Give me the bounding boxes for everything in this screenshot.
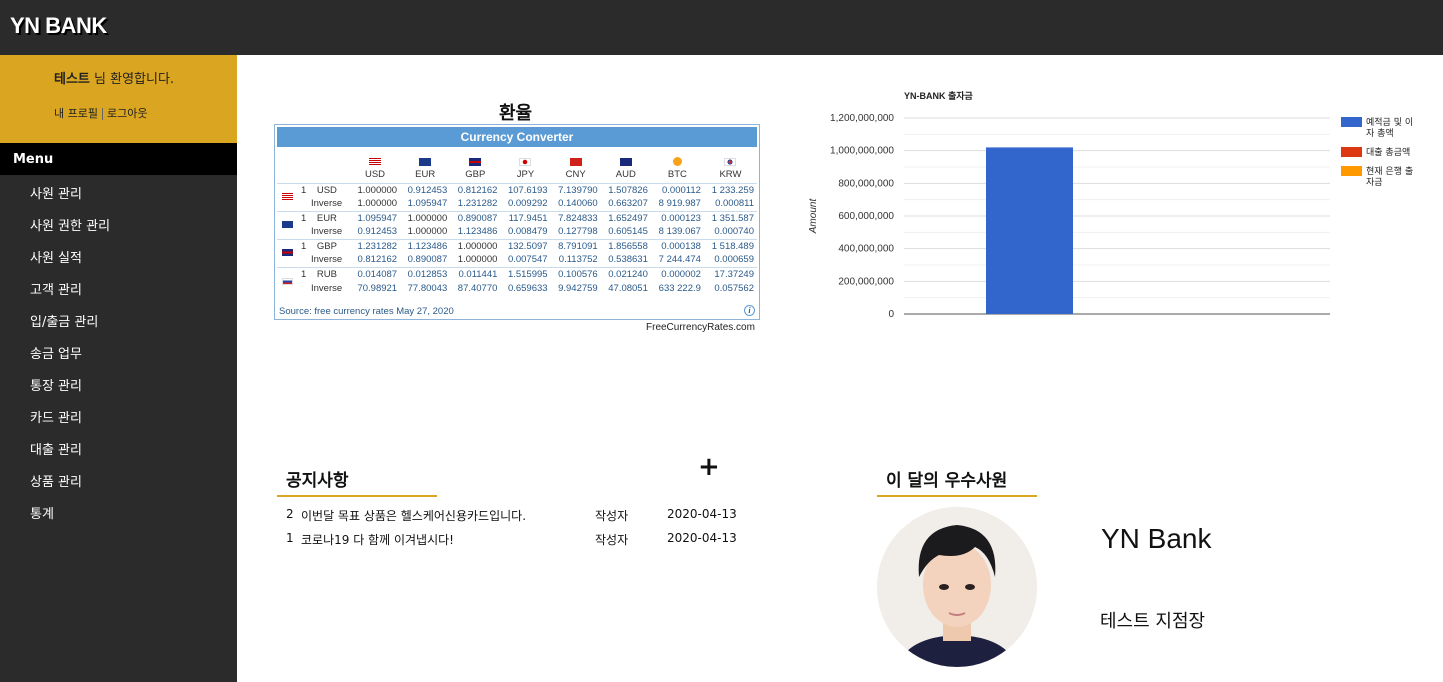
y-tick-label: 600,000,000 xyxy=(838,211,894,222)
col-cny[interactable]: CNY xyxy=(551,151,601,183)
exchange-title: 환율 xyxy=(499,103,533,124)
y-tick-label: 1,200,000,000 xyxy=(830,113,894,124)
y-tick-label: 200,000,000 xyxy=(838,276,894,287)
bar xyxy=(986,147,1073,314)
employee-bank: YN Bank xyxy=(1101,523,1212,554)
legend-swatch xyxy=(1341,166,1362,176)
cn-flag-icon xyxy=(569,157,582,166)
sidebar-item-employee-performance[interactable]: 사원 실적 xyxy=(0,239,237,271)
employee-avatar xyxy=(877,507,1037,667)
legend-label: 현재 은행 출 xyxy=(1366,165,1413,177)
converter-credit-link[interactable]: FreeCurrencyRates.com xyxy=(646,322,755,333)
col-aud[interactable]: AUD xyxy=(601,151,651,183)
legend-label: 자 총액 xyxy=(1366,127,1394,139)
employee-name: 테스트 지점장 xyxy=(1100,611,1206,632)
legend-label: 자금 xyxy=(1366,177,1383,188)
sidebar-item-customer[interactable]: 고객 관리 xyxy=(0,271,237,303)
rate-row-rub: 1 RUB 0.014087 0.012853 0.011441 1.51599… xyxy=(277,266,757,295)
rate-row-gbp: 1 GBP 1.231282 1.123486 1.000000 132.509… xyxy=(277,238,757,267)
employee-title: 이 달의 우수사원 xyxy=(886,471,1008,491)
y-axis-label: Amount xyxy=(808,198,819,235)
employee-underline xyxy=(877,495,1037,497)
kr-flag-icon xyxy=(724,157,737,166)
add-notice-icon[interactable]: + xyxy=(698,452,720,482)
sidebar-item-employee[interactable]: 사원 관리 xyxy=(0,175,237,207)
capital-chart: YN-BANK 출자금 0 200,000,000 400,000,000 600,00… xyxy=(808,90,1413,320)
sidebar-item-loan[interactable]: 대출 관리 xyxy=(0,431,237,463)
app-logo[interactable]: YN BANK xyxy=(10,13,107,39)
us-flag-icon xyxy=(282,193,293,201)
notice-writer: 작성자 xyxy=(595,533,629,547)
uk-flag-icon xyxy=(282,249,293,257)
welcome-suffix: 님 환영합니다. xyxy=(89,72,175,87)
inverse-row-eur: Inverse 0.912453 1.000000 1.123486 0.008… xyxy=(311,226,754,238)
au-flag-icon xyxy=(619,157,632,166)
legend-label: 예적금 및 이 xyxy=(1366,116,1413,128)
notice-date: 2020-04-13 xyxy=(667,507,737,521)
converter-header[interactable]: Currency Converter xyxy=(277,127,757,147)
legend-swatch xyxy=(1341,147,1362,157)
rates-table: USD EUR GBP JPY CNY AUD BTC KRW 1 USD 1.… xyxy=(277,151,757,295)
legend-label: 대출 총금액 xyxy=(1366,146,1410,158)
sidebar-item-statistics[interactable]: 통계 xyxy=(0,495,237,527)
y-tick-label: 1,000,000,000 xyxy=(830,146,894,157)
notice-writer: 작성자 xyxy=(595,509,629,523)
notice-title-link[interactable]: 이번달 목표 상품은 헬스케어신용카드입니다. xyxy=(301,507,526,524)
y-tick-label: 400,000,000 xyxy=(838,244,894,255)
inverse-row-rub: Inverse 70.98921 77.80043 87.40770 0.659… xyxy=(311,282,754,294)
link-divider xyxy=(101,108,103,120)
col-gbp[interactable]: GBP xyxy=(450,151,500,183)
info-icon[interactable]: i xyxy=(744,305,755,316)
top-bar: YN BANK xyxy=(0,0,1443,55)
logout-link[interactable]: 로그아웃 xyxy=(107,107,147,120)
eu-flag-icon xyxy=(419,157,432,166)
converter-source[interactable]: Source: free currency rates May 27, 2020 xyxy=(279,306,454,317)
notice-title-link[interactable]: 코로나19 다 함께 이겨냅시다! xyxy=(301,531,454,548)
y-tick-label: 800,000,000 xyxy=(838,178,894,189)
col-jpy[interactable]: JPY xyxy=(500,151,550,183)
sidebar-item-transfer[interactable]: 송금 업무 xyxy=(0,335,237,367)
sidebar: 테스트 님 환영합니다. 내 프로필 로그아웃 Menu 사원 관리 사원 권한 … xyxy=(0,55,237,682)
sidebar-item-deposit-withdraw[interactable]: 입/출금 관리 xyxy=(0,303,237,335)
welcome-panel: 테스트 님 환영합니다. 내 프로필 로그아웃 xyxy=(0,55,237,143)
jp-flag-icon xyxy=(519,157,532,166)
col-btc[interactable]: BTC xyxy=(651,151,704,183)
uk-flag-icon xyxy=(469,157,482,166)
col-usd[interactable]: USD xyxy=(350,151,400,183)
col-eur[interactable]: EUR xyxy=(400,151,450,183)
user-name: 테스트 xyxy=(54,72,90,87)
inverse-row-gbp: Inverse 0.812162 0.890087 1.000000 0.007… xyxy=(311,254,754,266)
profile-link[interactable]: 내 프로필 xyxy=(54,107,98,120)
currency-converter: Currency Converter USD EUR GBP JPY CNY A… xyxy=(274,124,760,320)
sidebar-item-employee-auth[interactable]: 사원 권한 관리 xyxy=(0,207,237,239)
inverse-row-usd: Inverse 1.000000 1.095947 1.231282 0.009… xyxy=(311,198,754,210)
rate-row-usd: 1 USD 1.000000 0.912453 0.812162 107.619… xyxy=(277,182,757,211)
user-links: 내 프로필 로그아웃 xyxy=(54,105,147,121)
sidebar-item-product[interactable]: 상품 관리 xyxy=(0,463,237,495)
chart-title: YN-BANK 출자금 xyxy=(904,90,974,101)
ru-flag-icon xyxy=(282,277,293,285)
us-flag-icon xyxy=(369,157,382,166)
notice-date: 2020-04-13 xyxy=(667,531,737,545)
person-photo-icon xyxy=(877,507,1037,667)
welcome-message: 테스트 님 환영합니다. xyxy=(54,68,174,87)
menu-header: Menu xyxy=(0,143,237,175)
notice-title: 공지사항 xyxy=(286,471,349,491)
rate-row-eur: 1 EUR 1.095947 1.000000 0.890087 117.945… xyxy=(277,210,757,239)
sidebar-item-account[interactable]: 통장 관리 xyxy=(0,367,237,399)
bitcoin-icon xyxy=(672,156,682,166)
sidebar-item-card[interactable]: 카드 관리 xyxy=(0,399,237,431)
legend-swatch xyxy=(1341,117,1362,127)
notice-number: 2 xyxy=(286,507,294,521)
col-krw[interactable]: KRW xyxy=(704,151,757,183)
eu-flag-icon xyxy=(282,221,293,229)
y-tick-label: 0 xyxy=(888,309,894,320)
notice-underline xyxy=(277,495,437,497)
notice-number: 1 xyxy=(286,531,294,545)
sidebar-menu: 사원 관리 사원 권한 관리 사원 실적 고객 관리 입/출금 관리 송금 업무… xyxy=(0,175,237,527)
